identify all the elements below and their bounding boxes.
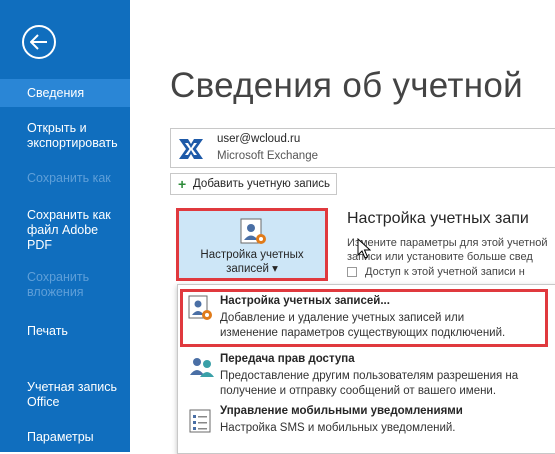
menu-item-account-settings[interactable]: Настройка учетных записей... Добавление … — [180, 289, 548, 347]
section-bullet: Доступ к этой учетной записи н — [347, 266, 525, 278]
menu-item-mobile-notifications[interactable]: Управление мобильными уведомлениями Наст… — [178, 401, 555, 445]
section-description: Измените параметры для этой учетной запи… — [347, 237, 548, 263]
add-account-button[interactable]: + Добавить учетную запись — [170, 173, 338, 195]
sidebar-item-info[interactable]: Сведения — [0, 79, 130, 107]
section-title: Настройка учетных запи — [347, 210, 529, 227]
menu-item-description: Предоставление другим пользователям разр… — [220, 370, 519, 397]
menu-item-title: Передача прав доступа — [220, 353, 355, 365]
backstage-sidebar: Сведения Открыть и экспортировать Сохран… — [0, 0, 130, 452]
account-settings-label: Настройка учетных записей ▾ — [200, 249, 304, 275]
delegate-users-icon — [190, 358, 214, 377]
account-settings-icon — [188, 295, 212, 320]
menu-item-title: Настройка учетных записей... — [220, 295, 390, 307]
exchange-icon — [177, 137, 205, 161]
menu-item-description: Добавление и удаление учетных записей ил… — [220, 312, 506, 339]
menu-item-title: Управление мобильными уведомлениями — [220, 405, 463, 417]
account-type: Microsoft Exchange — [217, 150, 318, 162]
main-panel: Сведения об учетной user@wcloud.ru Micro… — [130, 0, 555, 454]
sidebar-item-office-account[interactable]: Учетная запись Office — [0, 380, 130, 410]
sidebar-item-options[interactable]: Параметры — [0, 430, 130, 445]
account-settings-menu: Настройка учетных записей... Добавление … — [177, 284, 555, 454]
sidebar-item-print[interactable]: Печать — [0, 324, 130, 339]
sidebar-item-open-export[interactable]: Открыть и экспортировать — [0, 121, 130, 151]
page-title: Сведения об учетной — [170, 66, 523, 105]
section-bullet-text: Доступ к этой учетной записи н — [365, 266, 525, 278]
sidebar-item-save-as: Сохранить как — [27, 171, 111, 185]
sidebar-item-save-pdf[interactable]: Сохранить как файл Adobe PDF — [0, 208, 130, 253]
add-account-label: Добавить учетную запись — [193, 178, 331, 190]
back-button[interactable] — [22, 25, 56, 59]
menu-item-delegate-access[interactable]: Передача прав доступа Предоставление дру… — [178, 349, 555, 401]
plus-icon: + — [178, 176, 187, 192]
bullet-square-icon — [347, 267, 357, 278]
menu-item-description: Настройка SMS и мобильных уведомлений. — [220, 422, 456, 434]
mobile-notifications-icon — [189, 409, 211, 433]
back-arrow-icon — [30, 34, 47, 50]
account-settings-icon — [240, 218, 266, 244]
account-selector[interactable]: user@wcloud.ru Microsoft Exchange — [170, 128, 555, 168]
account-settings-button[interactable]: Настройка учетных записей ▾ — [176, 208, 328, 281]
mouse-cursor-icon — [357, 238, 371, 259]
account-email: user@wcloud.ru — [217, 133, 301, 145]
sidebar-item-save-attachments: Сохранить вложения — [27, 270, 90, 299]
